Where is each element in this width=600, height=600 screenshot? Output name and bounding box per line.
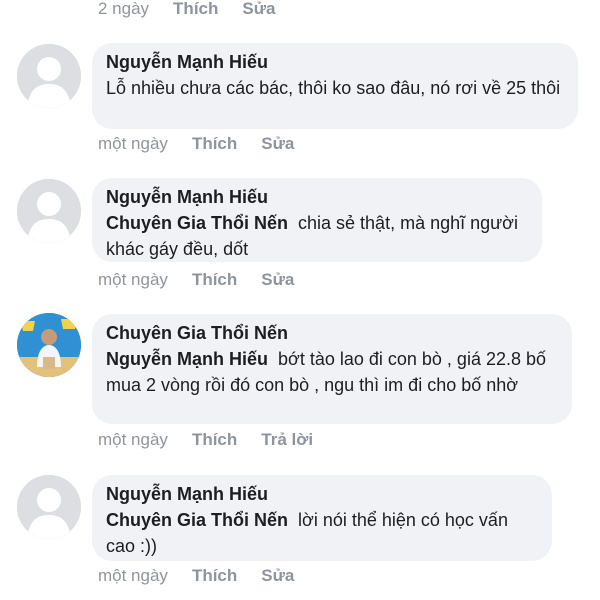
edit-button[interactable]: Sửa (261, 134, 294, 154)
comment-timestamp: 2 ngày (98, 0, 150, 18)
comment-timestamp: một ngày (98, 134, 168, 153)
like-button[interactable]: Thích (192, 566, 237, 586)
like-button[interactable]: Thích (192, 270, 237, 290)
default-avatar-icon (17, 475, 81, 539)
comment-author[interactable]: Nguyễn Mạnh Hiếu (106, 49, 564, 75)
like-button[interactable]: Thích (192, 134, 237, 154)
reply-button[interactable]: Trả lời (261, 430, 313, 450)
like-button[interactable]: Thích (192, 430, 237, 450)
comment-bubble: Nguyễn Mạnh Hiếu Lỗ nhiều chưa các bác, … (92, 43, 578, 129)
default-avatar-icon (17, 179, 81, 243)
profile-photo-avatar (17, 313, 81, 377)
comment-actions: một ngày Thích Trả lời (98, 428, 313, 452)
comment-bubble: Nguyễn Mạnh Hiếu Chuyên Gia Thổi Nến lời … (92, 475, 552, 561)
edit-button[interactable]: Sửa (261, 270, 294, 290)
comment-author[interactable]: Chuyên Gia Thổi Nến (106, 320, 558, 346)
comment-bubble: Nguyễn Mạnh Hiếu Chuyên Gia Thổi Nến chia… (92, 178, 542, 262)
comment-timestamp: một ngày (98, 270, 168, 289)
like-button[interactable]: Thích (173, 0, 218, 19)
avatar[interactable] (17, 179, 81, 243)
comment-actions: một ngày Thích Sửa (98, 132, 294, 156)
mention-tag[interactable]: Chuyên Gia Thổi Nến (106, 213, 288, 233)
default-avatar-icon (17, 44, 81, 108)
mention-tag[interactable]: Nguyễn Mạnh Hiếu (106, 349, 268, 369)
comment-author[interactable]: Nguyễn Mạnh Hiếu (106, 481, 538, 507)
comment-actions: một ngày Thích Sửa (98, 564, 294, 588)
edit-button[interactable]: Sửa (261, 566, 294, 586)
comment-actions: 2 ngày Thích Sửa (98, 0, 276, 21)
comment-text: Lỗ nhiều chưa các bác, thôi ko sao đâu, … (106, 78, 561, 98)
avatar[interactable] (17, 313, 81, 377)
comment-actions: một ngày Thích Sửa (98, 268, 294, 292)
comment-timestamp: một ngày (98, 430, 168, 449)
comment-bubble: Chuyên Gia Thổi Nến Nguyễn Mạnh Hiếu bớt … (92, 314, 572, 424)
comment-author[interactable]: Nguyễn Mạnh Hiếu (106, 184, 528, 210)
avatar[interactable] (17, 44, 81, 108)
mention-tag[interactable]: Chuyên Gia Thổi Nến (106, 510, 288, 530)
comment-timestamp: một ngày (98, 566, 168, 585)
avatar[interactable] (17, 475, 81, 539)
edit-button[interactable]: Sửa (242, 0, 275, 19)
